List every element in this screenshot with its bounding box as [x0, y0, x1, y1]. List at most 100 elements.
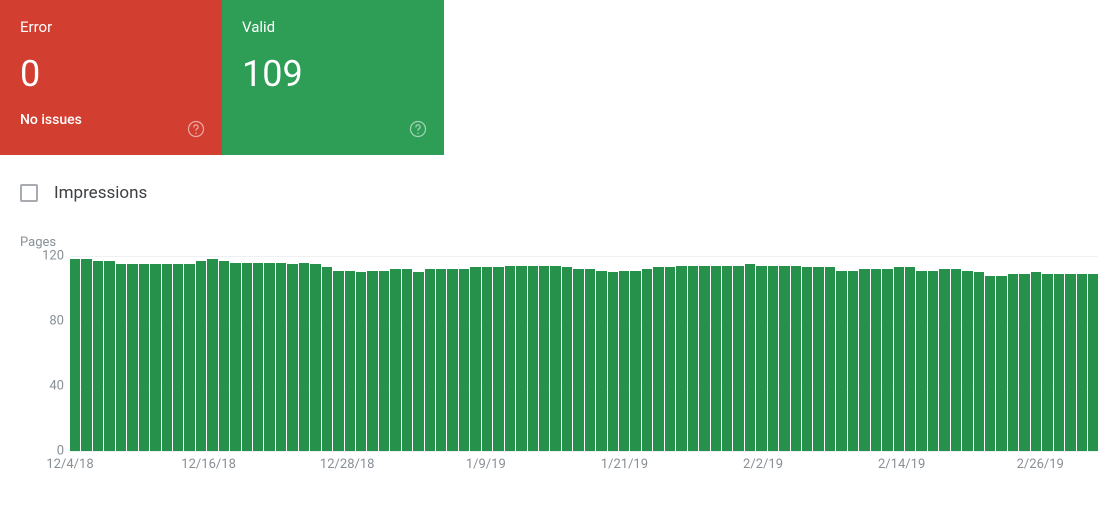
chart-bar[interactable]	[173, 264, 183, 451]
chart-bar[interactable]	[848, 271, 858, 451]
chart-bar[interactable]	[962, 271, 972, 451]
chart-bar[interactable]	[882, 269, 892, 451]
chart-bar[interactable]	[1088, 274, 1098, 451]
chart-x-axis: 12/4/1812/16/1812/28/181/9/191/21/192/2/…	[70, 457, 1098, 483]
chart-bar[interactable]	[791, 266, 801, 451]
chart-bar[interactable]	[562, 267, 572, 451]
chart-bar[interactable]	[733, 266, 743, 451]
chart-bar[interactable]	[916, 271, 926, 451]
y-tick: 120	[32, 249, 64, 264]
chart-bar[interactable]	[974, 272, 984, 451]
chart-bar[interactable]	[894, 267, 904, 451]
chart-bar[interactable]	[928, 271, 938, 451]
chart-bar[interactable]	[859, 269, 869, 451]
chart-bar[interactable]	[150, 264, 160, 451]
chart-bar[interactable]	[402, 269, 412, 451]
chart-bar[interactable]	[459, 269, 469, 451]
chart-bar[interactable]	[287, 264, 297, 451]
chart-bar[interactable]	[539, 266, 549, 451]
chart-bar[interactable]	[230, 263, 240, 452]
chart-bar[interactable]	[985, 276, 995, 452]
chart-bar[interactable]	[219, 261, 229, 451]
chart-bar[interactable]	[253, 263, 263, 452]
chart-bar[interactable]	[436, 269, 446, 451]
chart-bar[interactable]	[996, 276, 1006, 452]
chart-bar[interactable]	[425, 269, 435, 451]
chart-bar[interactable]	[665, 267, 675, 451]
chart-bar[interactable]	[345, 271, 355, 451]
chart-bar[interactable]	[653, 267, 663, 451]
chart-bar[interactable]	[768, 266, 778, 451]
chart-bar[interactable]	[1077, 274, 1087, 451]
chart-bar[interactable]	[825, 267, 835, 451]
chart-bar[interactable]	[779, 266, 789, 451]
chart-bar[interactable]	[619, 271, 629, 451]
chart-bar[interactable]	[70, 259, 80, 451]
error-card-sub: No issues	[20, 112, 202, 128]
chart-bar[interactable]	[127, 264, 137, 451]
chart-bar[interactable]	[81, 259, 91, 451]
chart-bar[interactable]	[596, 271, 606, 451]
help-icon[interactable]	[408, 119, 428, 139]
chart-bar[interactable]	[1054, 274, 1064, 451]
chart-bar[interactable]	[162, 264, 172, 451]
x-tick: 12/28/18	[320, 457, 375, 472]
chart-bar[interactable]	[585, 269, 595, 451]
chart-bar[interactable]	[184, 264, 194, 451]
chart-bar[interactable]	[310, 264, 320, 451]
chart-bar[interactable]	[264, 263, 274, 452]
chart-bar[interactable]	[528, 266, 538, 451]
chart-bar[interactable]	[299, 263, 309, 452]
impressions-toggle[interactable]: Impressions	[0, 155, 1118, 203]
chart-bar[interactable]	[871, 269, 881, 451]
valid-card[interactable]: Valid 109	[222, 0, 444, 155]
chart-bar[interactable]	[447, 269, 457, 451]
chart-bar[interactable]	[642, 269, 652, 451]
chart-bar[interactable]	[276, 263, 286, 452]
chart-bar[interactable]	[836, 271, 846, 451]
chart-bar[interactable]	[802, 267, 812, 451]
chart-bar[interactable]	[630, 271, 640, 451]
chart-bar[interactable]	[676, 266, 686, 451]
chart-bar[interactable]	[242, 263, 252, 452]
chart-bar[interactable]	[505, 266, 515, 451]
chart-bar[interactable]	[756, 266, 766, 451]
chart-bar[interactable]	[1008, 274, 1018, 451]
chart-bar[interactable]	[745, 264, 755, 451]
chart-bar[interactable]	[1042, 274, 1052, 451]
chart-bar[interactable]	[1019, 274, 1029, 451]
help-icon[interactable]	[186, 119, 206, 139]
chart-bar[interactable]	[116, 264, 126, 451]
chart-bar[interactable]	[333, 271, 343, 451]
chart-bar[interactable]	[322, 267, 332, 451]
chart-bar[interactable]	[390, 269, 400, 451]
error-card[interactable]: Error 0 No issues	[0, 0, 222, 155]
chart-bar[interactable]	[139, 264, 149, 451]
chart-bar[interactable]	[711, 266, 721, 451]
chart-bar[interactable]	[482, 267, 492, 451]
chart-bar[interactable]	[688, 266, 698, 451]
chart-bar[interactable]	[493, 267, 503, 451]
chart-bar[interactable]	[207, 259, 217, 451]
chart-bar[interactable]	[379, 271, 389, 451]
chart-bar[interactable]	[813, 267, 823, 451]
chart-bar[interactable]	[196, 261, 206, 451]
chart-bar[interactable]	[413, 272, 423, 451]
chart-bar[interactable]	[608, 272, 618, 451]
chart-bar[interactable]	[93, 261, 103, 451]
chart-bar[interactable]	[470, 267, 480, 451]
chart-bar[interactable]	[699, 266, 709, 451]
chart-bar[interactable]	[104, 261, 114, 451]
chart-bar[interactable]	[356, 272, 366, 451]
chart-bar[interactable]	[1065, 274, 1075, 451]
chart-bar[interactable]	[939, 269, 949, 451]
chart-bar[interactable]	[905, 267, 915, 451]
chart-bar[interactable]	[550, 266, 560, 451]
checkbox-unchecked-icon[interactable]	[20, 184, 38, 202]
chart-bar[interactable]	[516, 266, 526, 451]
chart-bar[interactable]	[722, 266, 732, 451]
chart-bar[interactable]	[573, 269, 583, 451]
chart-bar[interactable]	[367, 271, 377, 451]
chart-bar[interactable]	[1031, 272, 1041, 451]
chart-bar[interactable]	[951, 269, 961, 451]
